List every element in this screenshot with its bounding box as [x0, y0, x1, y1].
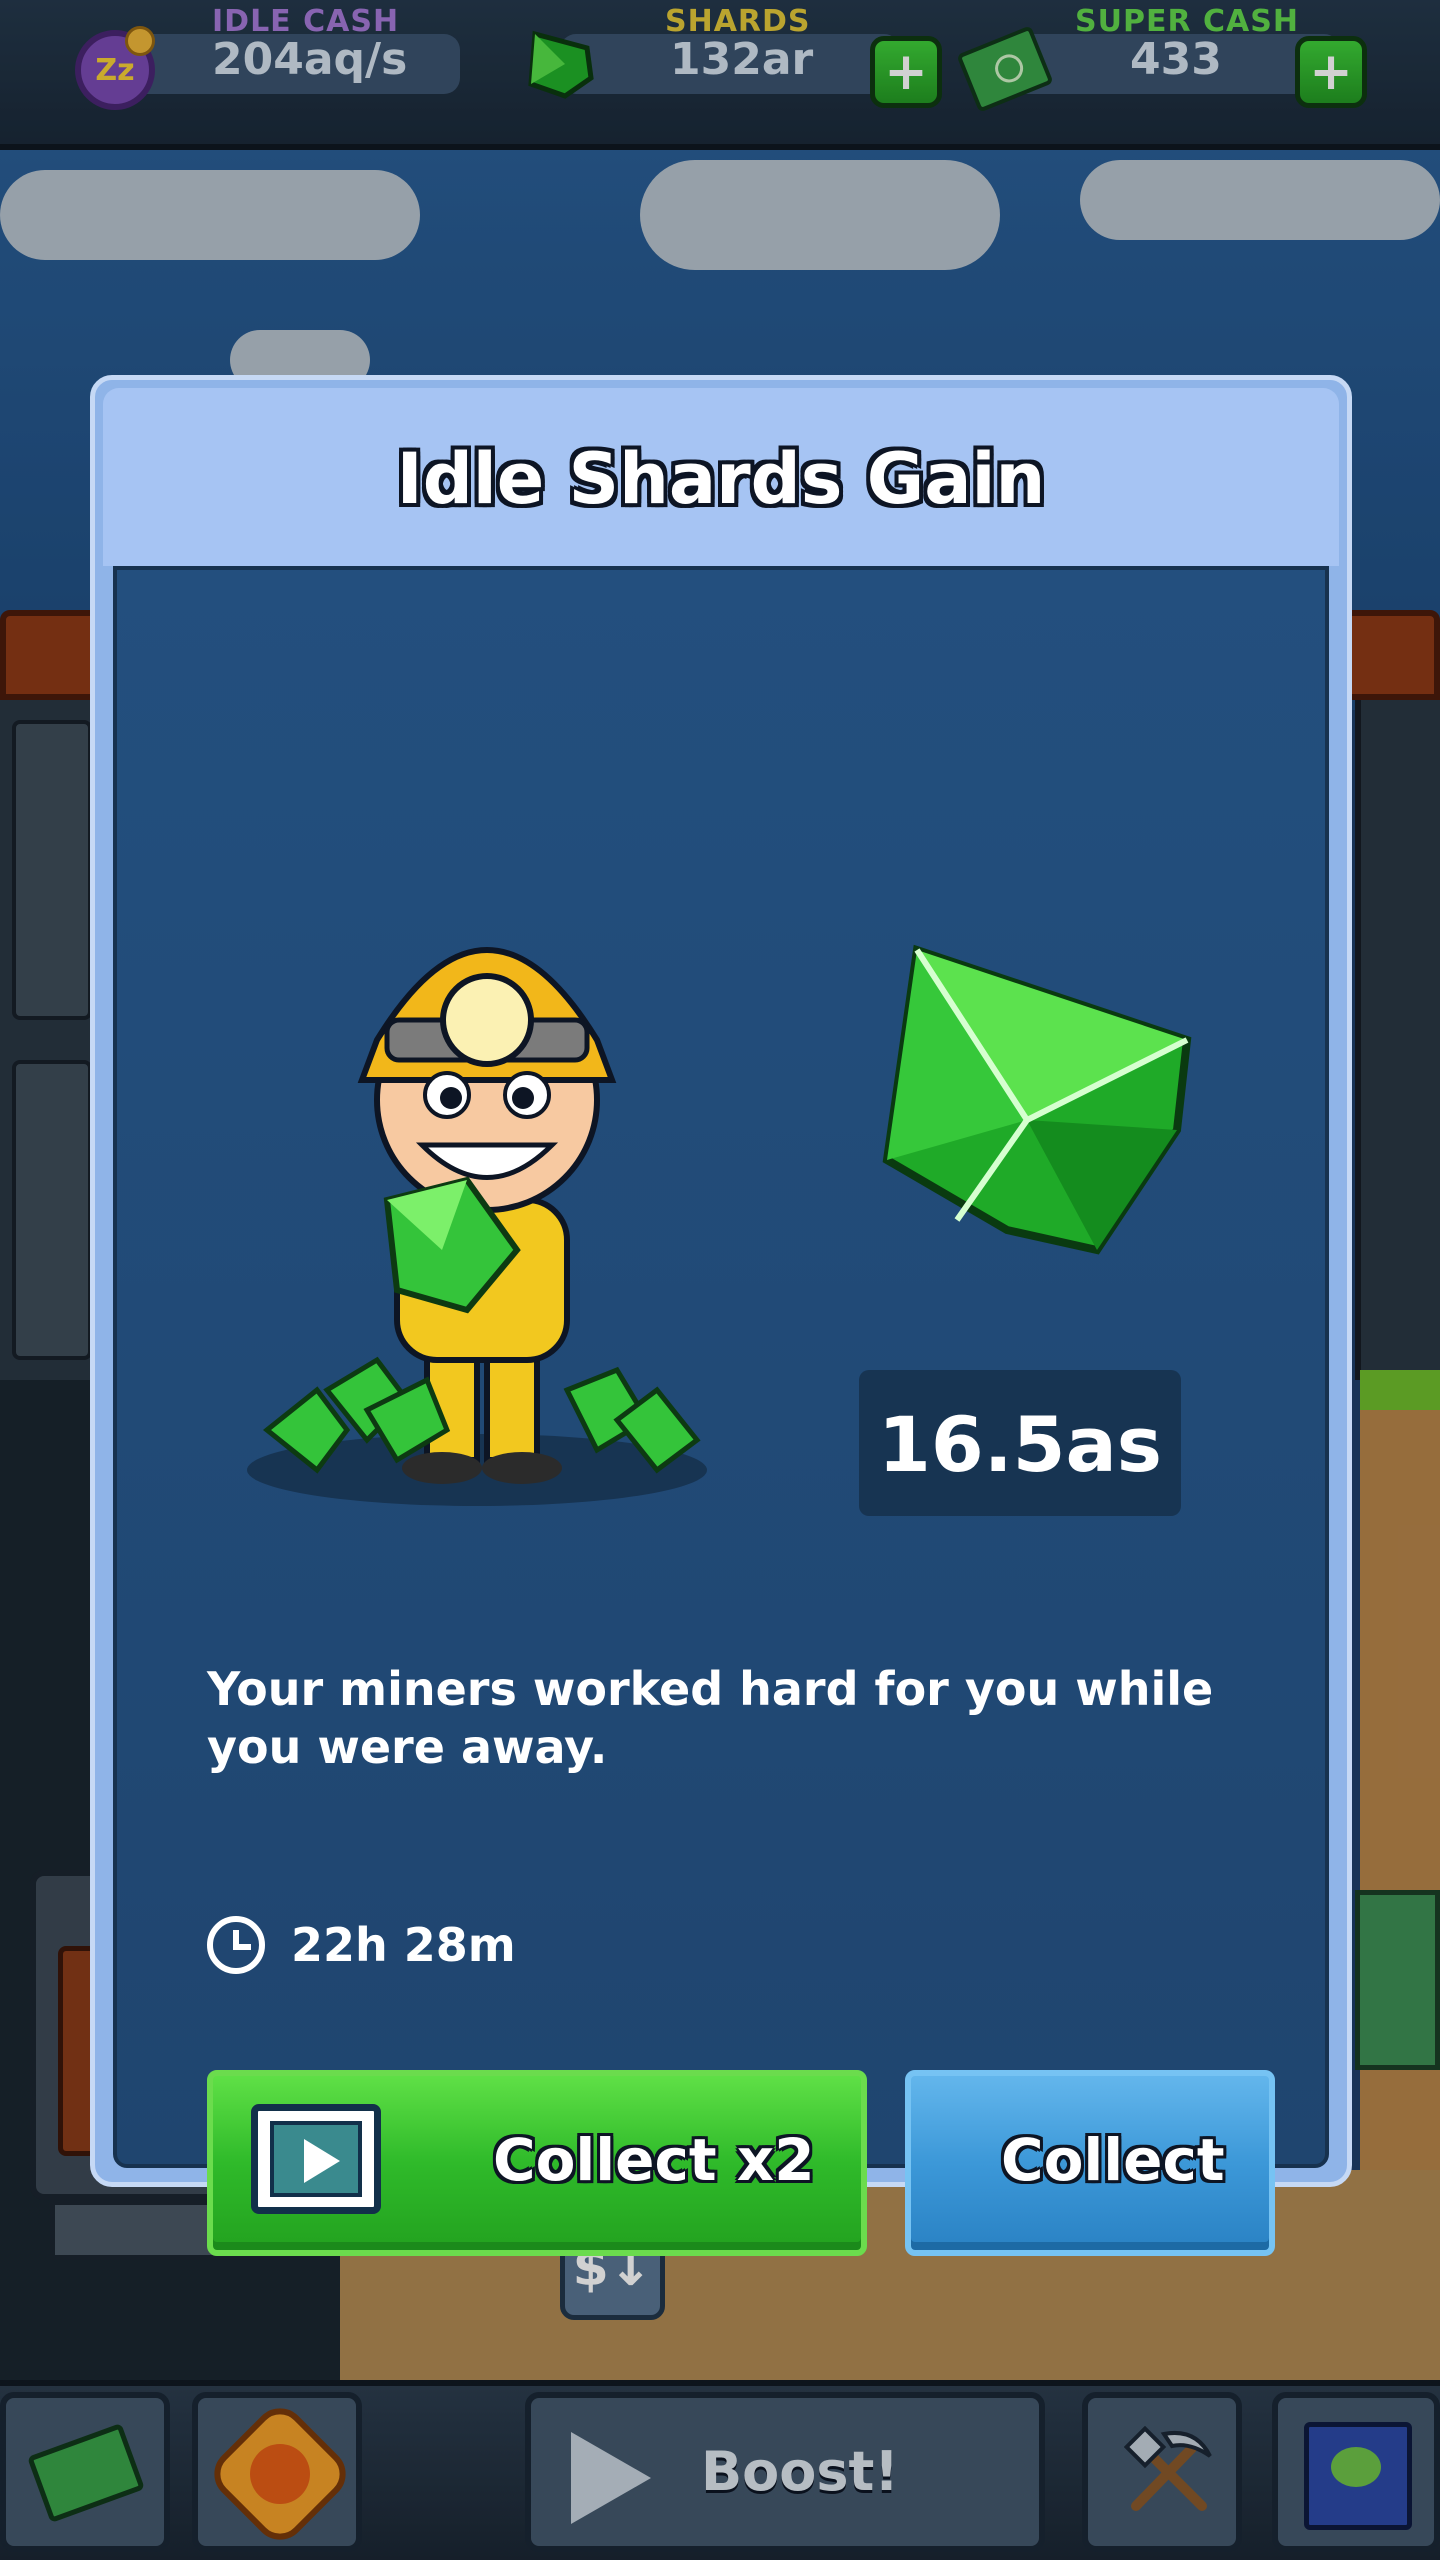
time-away-row: 22h 28m: [207, 1910, 516, 1980]
dialog-header: Idle Shards Gain: [103, 388, 1339, 566]
video-ad-icon: [251, 2104, 381, 2214]
idle-shards-dialog: Idle Shards Gain 16.5as Your miners work…: [90, 375, 1352, 2256]
dialog-body: 16.5as Your miners worked hard for you w…: [113, 566, 1329, 2256]
green-shard-icon: [882, 944, 1192, 1255]
shards-amount-box: 16.5as: [859, 1370, 1181, 1516]
collect-label: Collect: [1001, 2126, 1225, 2194]
collect-button[interactable]: Collect: [905, 2070, 1275, 2256]
away-message: Your miners worked hard for you while yo…: [207, 1662, 1214, 1774]
time-away-value: 22h 28m: [291, 1918, 516, 1972]
miner-character-icon: [247, 947, 707, 1506]
shards-amount: 16.5as: [877, 1400, 1163, 1489]
dialog-title: Idle Shards Gain: [396, 438, 1046, 520]
clock-icon: [207, 1916, 265, 1974]
collect-x2-button[interactable]: Collect x2: [207, 2070, 867, 2256]
collect-x2-label: Collect x2: [493, 2126, 815, 2194]
